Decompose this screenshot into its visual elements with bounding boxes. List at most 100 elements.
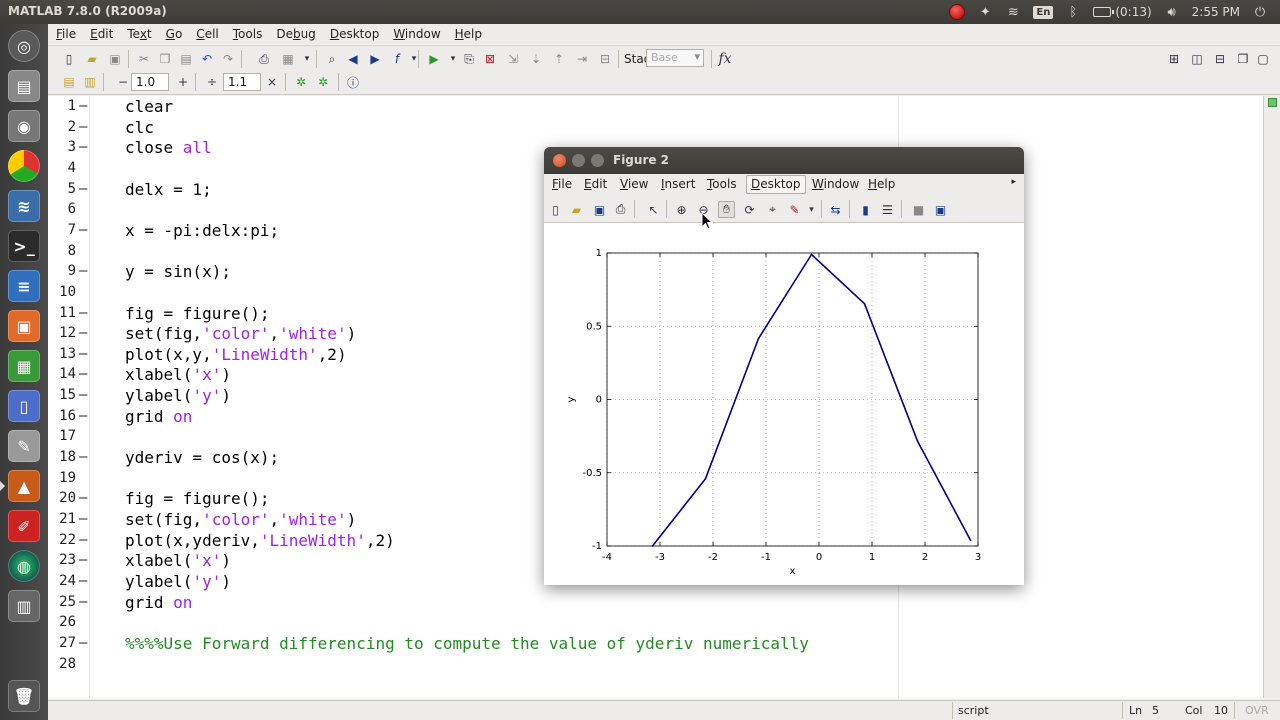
trash-icon[interactable]: 🗑︎: [8, 680, 40, 712]
step-icon[interactable]: ⇲: [504, 50, 522, 68]
dash-home-icon[interactable]: ◎: [8, 30, 40, 62]
step-out-icon[interactable]: ⇡: [550, 50, 568, 68]
pan-icon[interactable]: ✋︎: [718, 201, 735, 218]
clear-breakpoints-icon[interactable]: ⊠: [481, 50, 499, 68]
new-file-icon[interactable]: ▯: [60, 50, 78, 68]
float-window-icon[interactable]: ❐: [1234, 50, 1252, 68]
breakpoint-marker[interactable]: –: [79, 594, 87, 610]
cut-icon[interactable]: ✂: [135, 50, 153, 68]
breakpoint-marker[interactable]: –: [79, 552, 87, 568]
document-viewer-icon[interactable]: ▯: [8, 390, 40, 422]
keyboard-layout[interactable]: En: [1033, 5, 1054, 19]
figure-menu-desktop[interactable]: Desktop: [746, 175, 806, 194]
print-icon[interactable]: ⎙: [255, 50, 273, 68]
maximize-icon[interactable]: ▢: [1254, 50, 1272, 68]
menu-cell[interactable]: Cell: [189, 27, 225, 41]
breakpoint-marker[interactable]: –: [79, 325, 87, 341]
print-figure-icon[interactable]: ⎙: [612, 201, 629, 218]
breakpoint-marker[interactable]: –: [79, 573, 87, 589]
find-icon[interactable]: ⌕: [323, 50, 341, 68]
link-plot-icon[interactable]: ⇆: [827, 201, 844, 218]
chevron-down-icon[interactable]: ▾: [803, 201, 820, 218]
menu-debug[interactable]: Debug: [269, 27, 322, 41]
chrome-icon[interactable]: [8, 150, 40, 182]
code-line[interactable]: clear: [125, 97, 173, 116]
forward-arrow-icon[interactable]: ▶: [366, 50, 384, 68]
workspaces-icon[interactable]: ▥: [8, 590, 40, 622]
writer-icon[interactable]: ≡: [8, 270, 40, 302]
redo-icon[interactable]: ↷: [219, 50, 237, 68]
figure-menu-insert[interactable]: Insert: [661, 177, 695, 191]
data-cursor-icon[interactable]: ⌖: [764, 201, 781, 218]
hide-plot-tools-icon[interactable]: ■: [910, 201, 927, 218]
split-horizontal-icon[interactable]: ⊟: [1211, 50, 1229, 68]
code-line[interactable]: y = sin(x);: [125, 262, 231, 281]
figure-titlebar[interactable]: Figure 2: [544, 147, 1024, 174]
text-editor-icon[interactable]: ✎: [8, 430, 40, 462]
breakpoint-marker[interactable]: –: [79, 98, 87, 114]
comment-icon[interactable]: ▦: [279, 50, 297, 68]
save-figure-icon[interactable]: ▣: [591, 201, 608, 218]
minimize-icon[interactable]: [572, 154, 585, 167]
vertical-scrollbar[interactable]: [1263, 96, 1280, 698]
code-line[interactable]: %%%%Use Forward differencing to compute …: [125, 634, 809, 653]
code-line[interactable]: set(fig,'color','white'): [125, 324, 356, 343]
breakpoint-marker[interactable]: –: [79, 366, 87, 382]
menu-file[interactable]: File: [48, 27, 83, 41]
stack-select[interactable]: Base: [646, 49, 704, 67]
wifi-icon[interactable]: ≋: [1005, 4, 1021, 20]
breakpoint-marker[interactable]: –: [79, 346, 87, 362]
code-analyzer-ok-indicator[interactable]: [1268, 98, 1277, 107]
step-in-icon[interactable]: ⇣: [527, 50, 545, 68]
back-arrow-icon[interactable]: ◀: [344, 50, 362, 68]
code-line[interactable]: clc: [125, 118, 154, 137]
split-vertical-icon[interactable]: ◫: [1188, 50, 1206, 68]
menu-go[interactable]: Go: [159, 27, 190, 41]
insert-colorbar-icon[interactable]: ▮: [857, 201, 874, 218]
figure-menu-tools[interactable]: Tools: [707, 177, 737, 191]
code-line[interactable]: ylabel('y'): [125, 572, 231, 591]
clock[interactable]: 2:55 PM: [1192, 5, 1240, 19]
breakpoint-marker[interactable]: –: [79, 263, 87, 279]
plot-area[interactable]: -4 -3 -2 -1 0 1 2 3 -1 -0.5 0 0.5 1 x y: [544, 224, 1024, 585]
open-file-icon[interactable]: ▰: [568, 201, 585, 218]
editor-icon[interactable]: ≋: [8, 190, 40, 222]
figure-menu-window[interactable]: Window: [812, 177, 859, 191]
zoom-in-icon[interactable]: ⊕: [673, 201, 690, 218]
paste-icon[interactable]: ▤: [177, 50, 195, 68]
menu-text[interactable]: Text: [120, 27, 158, 41]
menu-tools[interactable]: Tools: [226, 27, 270, 41]
dropbox-icon[interactable]: ✦: [977, 4, 993, 20]
code-line[interactable]: xlabel('x'): [125, 551, 231, 570]
impress-icon[interactable]: ▣: [8, 310, 40, 342]
insert-function-icon[interactable]: fx: [716, 50, 734, 68]
hide-cell-titles-icon[interactable]: ✲: [314, 73, 332, 91]
battery-indicator[interactable]: (0:13): [1093, 5, 1152, 19]
bluetooth-icon[interactable]: ᛒ: [1065, 4, 1081, 20]
close-icon[interactable]: [553, 154, 566, 167]
figure-menu-edit[interactable]: Edit: [584, 177, 607, 191]
open-folder-icon[interactable]: ▰: [83, 50, 101, 68]
figure-menu-file[interactable]: File: [552, 177, 572, 191]
edit-plot-icon[interactable]: ↖: [645, 201, 662, 218]
code-line[interactable]: grid on: [125, 593, 192, 612]
code-line[interactable]: fig = figure();: [125, 304, 270, 323]
show-plot-tools-icon[interactable]: ▣: [932, 201, 949, 218]
chevron-down-icon[interactable]: ▾: [405, 50, 423, 68]
copy-icon[interactable]: ❐: [156, 50, 174, 68]
code-line[interactable]: grid on: [125, 407, 192, 426]
code-line[interactable]: set(fig,'color','white'): [125, 510, 356, 529]
code-line[interactable]: plot(x,yderiv,'LineWidth',2): [125, 531, 395, 550]
breakpoint-marker[interactable]: –: [79, 119, 87, 135]
menu-desktop[interactable]: Desktop: [323, 27, 387, 41]
breakpoint-marker[interactable]: –: [79, 511, 87, 527]
breakpoint-marker[interactable]: –: [79, 408, 87, 424]
code-line[interactable]: close all: [125, 138, 212, 157]
figure-menu-view[interactable]: View: [620, 177, 648, 191]
maximize-icon[interactable]: [591, 154, 604, 167]
function-browser-icon[interactable]: f: [388, 50, 406, 68]
evaluate-cell-icon[interactable]: ▤: [60, 73, 78, 91]
code-line[interactable]: plot(x,y,'LineWidth',2): [125, 345, 347, 364]
set-breakpoint-icon[interactable]: ⎘: [460, 50, 478, 68]
figure-window[interactable]: Figure 2 ▸ File Edit View Insert Tools Deskto…: [544, 147, 1024, 585]
